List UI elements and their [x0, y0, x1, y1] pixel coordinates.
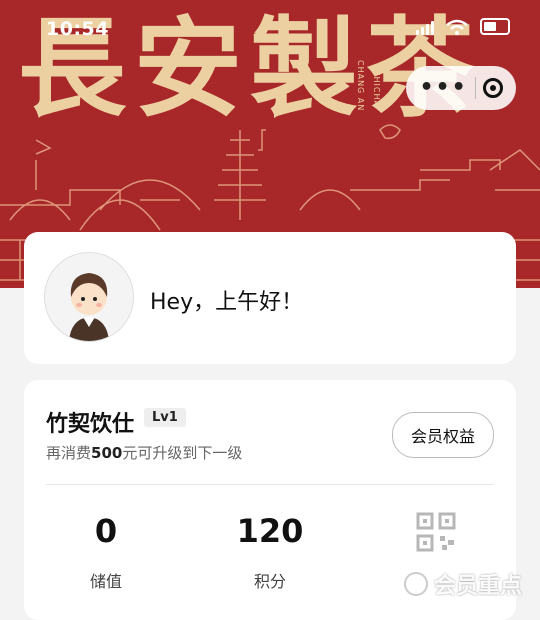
brand-subtitle-2: ZHICHA [372, 70, 381, 107]
divider [46, 484, 494, 485]
qr-code-icon[interactable] [416, 512, 456, 552]
member-benefits-button[interactable]: 会员权益 [392, 412, 494, 458]
upgrade-hint: 再消费500元可升级到下一级 [46, 442, 242, 463]
signal-icon [416, 19, 434, 35]
more-dots-icon[interactable]: ••• [419, 77, 467, 99]
capsule-divider [474, 77, 476, 99]
greeting-card: Hey，上午好！ [24, 232, 516, 364]
points-label: 积分 [253, 572, 286, 591]
upgrade-suffix: 元可升级到下一级 [122, 444, 243, 462]
greeting-text: Hey，上午好！ [150, 290, 304, 315]
battery-icon [480, 18, 510, 35]
member-level-badge: Lv1 [144, 408, 186, 427]
points-value: 120 [236, 512, 304, 550]
brand-subtitle-1: CHANG AN [356, 60, 365, 112]
stored-value: 0 [94, 512, 118, 550]
member-level-name: 竹契饮仕 [46, 412, 135, 437]
watermark-text: 会员重点 [433, 574, 522, 599]
wifi-icon [446, 19, 468, 35]
avatar[interactable] [44, 252, 134, 342]
miniprogram-capsule[interactable]: ••• [406, 66, 516, 110]
target-icon[interactable] [482, 78, 503, 98]
upgrade-prefix: 再消费 [46, 444, 92, 462]
stored-value-label: 储值 [89, 572, 122, 591]
stored-value-stat[interactable]: 0 储值 [46, 512, 166, 592]
status-icons [416, 18, 510, 35]
points-stat[interactable]: 120 积分 [210, 512, 330, 592]
upgrade-amount: 500 [91, 444, 123, 462]
avatar-illustration [45, 253, 133, 341]
status-time: 10:54 [46, 18, 109, 40]
watermark: 会员重点 [403, 568, 522, 600]
watermark-icon [403, 572, 428, 596]
